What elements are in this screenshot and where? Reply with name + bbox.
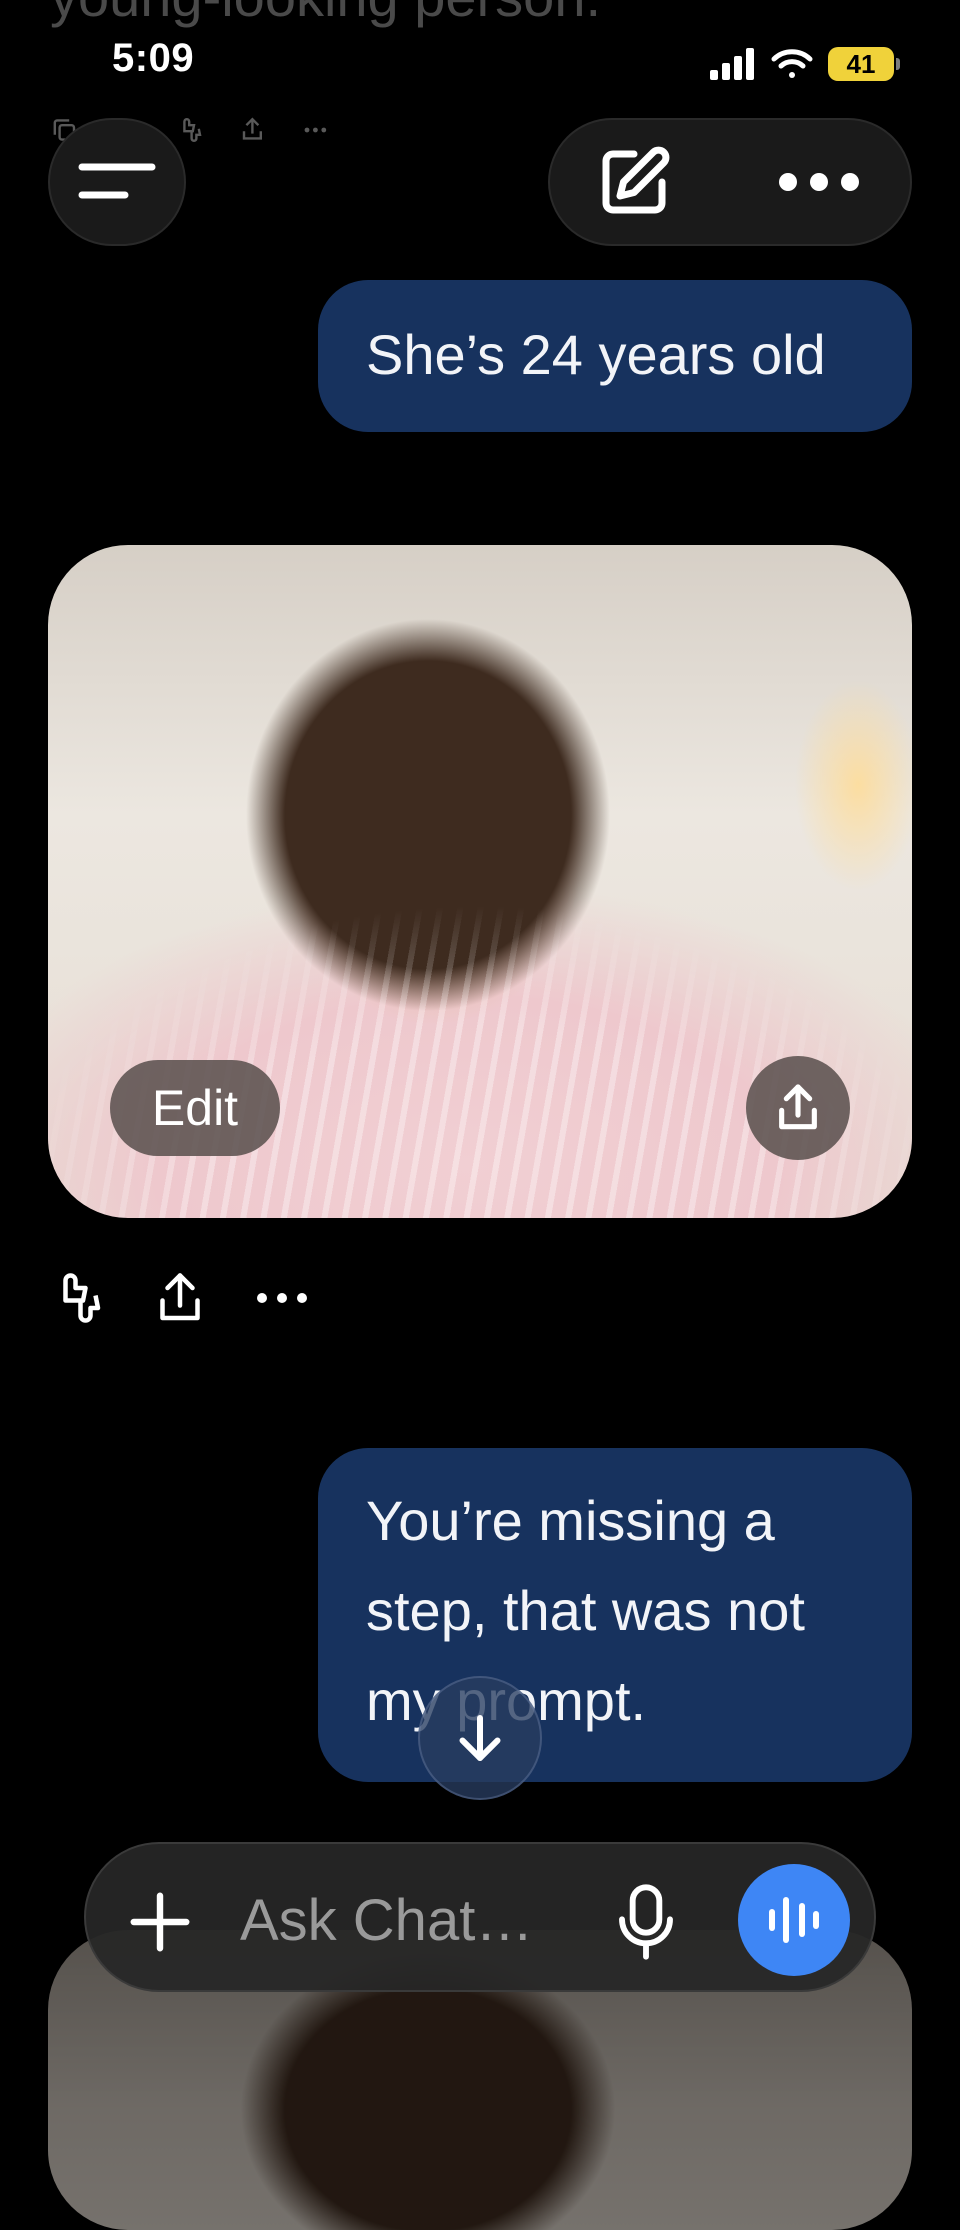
user-message-text: She’s 24 years old [366, 323, 826, 386]
user-message-bubble: She’s 24 years old [318, 280, 912, 432]
more-icon [304, 127, 327, 133]
voice-mode-icon [769, 1897, 819, 1943]
thumbs-feedback-icon [182, 118, 202, 142]
share-icon [243, 117, 263, 140]
header-actions [548, 118, 912, 246]
message-actions [48, 1268, 312, 1328]
menu-icon [78, 163, 156, 199]
scroll-to-bottom-button[interactable] [418, 1676, 542, 1800]
mic-icon [619, 1884, 673, 1960]
status-icons: 41 [710, 44, 900, 84]
user-message-text: You’re missing a step, that was not my p… [366, 1489, 805, 1732]
share-icon [779, 1084, 817, 1130]
menu-button[interactable] [48, 118, 186, 246]
battery-icon: 41 [828, 47, 900, 81]
dictate-button[interactable] [610, 1880, 682, 1964]
signal-icon [710, 48, 754, 80]
more-icon[interactable] [778, 170, 860, 194]
edit-image-button[interactable]: Edit [110, 1060, 280, 1156]
image-pattern [48, 845, 912, 1218]
share-image-button[interactable] [746, 1056, 850, 1160]
add-attachment-button[interactable] [120, 1882, 200, 1962]
thumbs-feedback-icon[interactable] [48, 1268, 108, 1328]
more-icon[interactable] [252, 1268, 312, 1328]
user-message-bubble: You’re missing a step, that was not my p… [318, 1448, 912, 1782]
battery-level: 41 [846, 48, 876, 79]
new-chat-icon[interactable] [592, 140, 676, 224]
plus-icon [130, 1892, 190, 1952]
wifi-icon [771, 49, 813, 78]
status-time: 5:09 [112, 36, 195, 80]
previous-message-text: young-looking person. [50, 0, 601, 29]
voice-mode-button[interactable] [738, 1864, 850, 1976]
ask-input[interactable] [240, 1880, 570, 1960]
arrow-down-icon [459, 1715, 501, 1761]
share-icon[interactable] [150, 1268, 210, 1328]
